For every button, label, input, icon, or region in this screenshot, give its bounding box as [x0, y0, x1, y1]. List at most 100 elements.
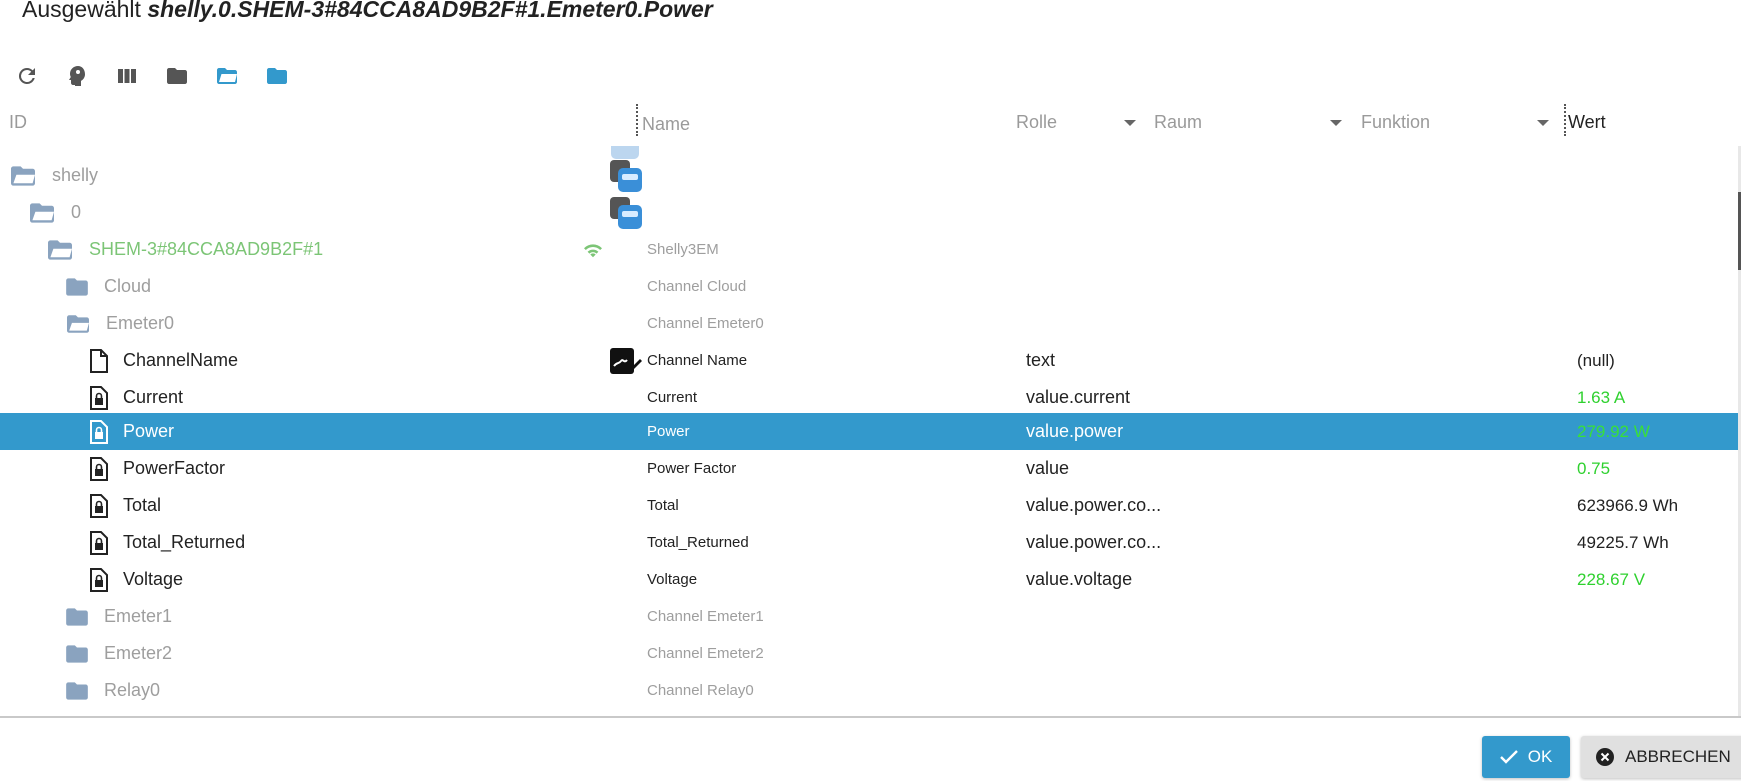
row-value[interactable]: 0.75 — [1577, 450, 1610, 487]
column-name[interactable]: Name — [642, 114, 690, 135]
ok-label: OK — [1527, 747, 1553, 766]
row-name: Channel Name — [647, 352, 748, 369]
expert-mode-button[interactable] — [64, 63, 90, 89]
row-id: 0 — [71, 202, 82, 222]
columns-button[interactable] — [114, 63, 140, 89]
row-id: Emeter2 — [104, 643, 173, 663]
table-row[interactable]: Total Total value.power.co... 623966.9 W… — [0, 487, 1738, 524]
table-row-selected[interactable]: Power Power value.power 279.92 W — [0, 413, 1738, 450]
table-row[interactable]: Total_Returned Total_Returned value.powe… — [0, 524, 1738, 561]
object-tree: shelly 0 SHEM-3#84CCA8AD9B2F#1 Shelly3EM… — [0, 146, 1741, 718]
room-filter-label: Raum — [1154, 112, 1203, 132]
table-row[interactable]: shelly — [0, 157, 1738, 194]
toolbar — [14, 62, 314, 90]
edit-value-icon[interactable] — [609, 344, 643, 378]
table-row[interactable]: 0 — [0, 194, 1738, 231]
row-role: value.power.co... — [1026, 532, 1162, 552]
divider — [0, 716, 1741, 718]
row-name: Channel Relay0 — [647, 682, 754, 699]
folder-icon — [64, 680, 90, 702]
expand-one-step-button[interactable] — [264, 63, 290, 89]
table-row[interactable]: PowerFactor Power Factor value 0.75 — [0, 450, 1738, 487]
table-row[interactable]: Current Current value.current 1.63 A — [0, 379, 1738, 416]
column-value[interactable]: Wert — [1568, 112, 1606, 133]
row-name: Power — [647, 423, 690, 440]
wifi-icon — [582, 233, 604, 267]
row-id: shelly — [52, 165, 99, 185]
folder-open-icon — [27, 201, 57, 225]
ok-button[interactable]: OK — [1482, 736, 1570, 778]
check-icon — [1499, 750, 1518, 764]
row-id: Voltage — [123, 569, 184, 589]
column-id[interactable]: ID — [9, 112, 27, 133]
file-lock-icon — [89, 419, 109, 444]
folder-icon — [167, 68, 187, 84]
column-resizer[interactable] — [1564, 104, 1566, 136]
refresh-button[interactable] — [14, 63, 40, 89]
table-row[interactable]: Relay0 Channel Relay0 — [0, 672, 1738, 709]
title-prefix: Ausgewählt — [22, 0, 141, 22]
collapse-all-button[interactable] — [164, 63, 190, 89]
file-lock-icon — [89, 567, 109, 592]
file-icon — [89, 348, 109, 373]
table-row[interactable]: SHEM-3#84CCA8AD9B2F#1 Shelly3EM — [0, 231, 1738, 268]
row-value[interactable]: 279.92 W — [1577, 413, 1650, 450]
row-name: Channel Cloud — [647, 278, 747, 295]
folder-blue-icon — [267, 68, 287, 84]
selected-id: shelly.0.SHEM-3#84CCA8AD9B2F#1.Emeter0.P… — [147, 0, 713, 22]
folder-open-icon — [8, 164, 38, 188]
role-filter[interactable]: Rolle — [1016, 112, 1142, 133]
file-lock-icon — [89, 530, 109, 555]
row-id: ChannelName — [123, 350, 239, 370]
row-value[interactable]: 228.67 V — [1577, 561, 1645, 598]
file-lock-icon — [89, 385, 109, 410]
folder-icon — [64, 643, 90, 665]
row-id: Current — [123, 387, 184, 407]
adapter-icon — [609, 196, 643, 230]
table-header: ID Name Rolle Raum Funktion Wert — [0, 100, 1741, 146]
row-value[interactable]: 49225.7 Wh — [1577, 524, 1669, 561]
function-filter-label: Funktion — [1361, 112, 1431, 132]
chevron-down-icon — [1124, 119, 1136, 126]
row-id: Emeter0 — [106, 313, 175, 333]
row-id: Cloud — [104, 276, 152, 296]
cancel-button[interactable]: ABBRECHEN — [1581, 736, 1741, 778]
row-value[interactable]: 623966.9 Wh — [1577, 487, 1678, 524]
cancel-label: ABBRECHEN — [1625, 747, 1731, 766]
folder-icon — [64, 606, 90, 628]
row-value[interactable]: 1.63 A — [1577, 379, 1625, 416]
expert-mode-icon — [69, 66, 85, 86]
row-id: Emeter1 — [104, 606, 173, 626]
row-id: SHEM-3#84CCA8AD9B2F#1 — [89, 239, 324, 259]
folder-open-icon — [217, 68, 237, 84]
expand-all-button[interactable] — [214, 63, 240, 89]
table-row[interactable]: Voltage Voltage value.voltage 228.67 V — [0, 561, 1738, 598]
table-row[interactable]: Emeter0 Channel Emeter0 — [0, 305, 1738, 342]
table-row[interactable]: Emeter1 Channel Emeter1 — [0, 598, 1738, 635]
table-row[interactable]: ChannelName Channel Name text (null) — [0, 342, 1738, 379]
row-role: value.voltage — [1026, 569, 1133, 589]
table-row[interactable]: Cloud Channel Cloud — [0, 268, 1738, 305]
chevron-down-icon — [1330, 119, 1342, 126]
row-name: Total_Returned — [647, 534, 749, 551]
row-name: Power Factor — [647, 460, 737, 477]
folder-open-icon — [45, 238, 75, 262]
column-resizer[interactable] — [636, 104, 638, 136]
columns-icon — [118, 69, 136, 83]
row-name: Total — [647, 497, 679, 514]
row-role: value.current — [1026, 387, 1131, 407]
row-id: Power — [123, 421, 175, 441]
row-value[interactable]: (null) — [1577, 342, 1615, 379]
folder-icon — [64, 276, 90, 298]
table-row[interactable]: Emeter2 Channel Emeter2 — [0, 635, 1738, 672]
cancel-icon — [1596, 748, 1614, 766]
row-name: Channel Emeter2 — [647, 645, 764, 662]
row-role: text — [1026, 350, 1056, 370]
function-filter[interactable]: Funktion — [1361, 112, 1555, 133]
row-name: Current — [647, 389, 698, 406]
row-id: PowerFactor — [123, 458, 226, 478]
file-lock-icon — [89, 493, 109, 518]
row-name: Shelly3EM — [647, 241, 719, 258]
adapter-icon — [609, 159, 643, 193]
room-filter[interactable]: Raum — [1154, 112, 1348, 133]
